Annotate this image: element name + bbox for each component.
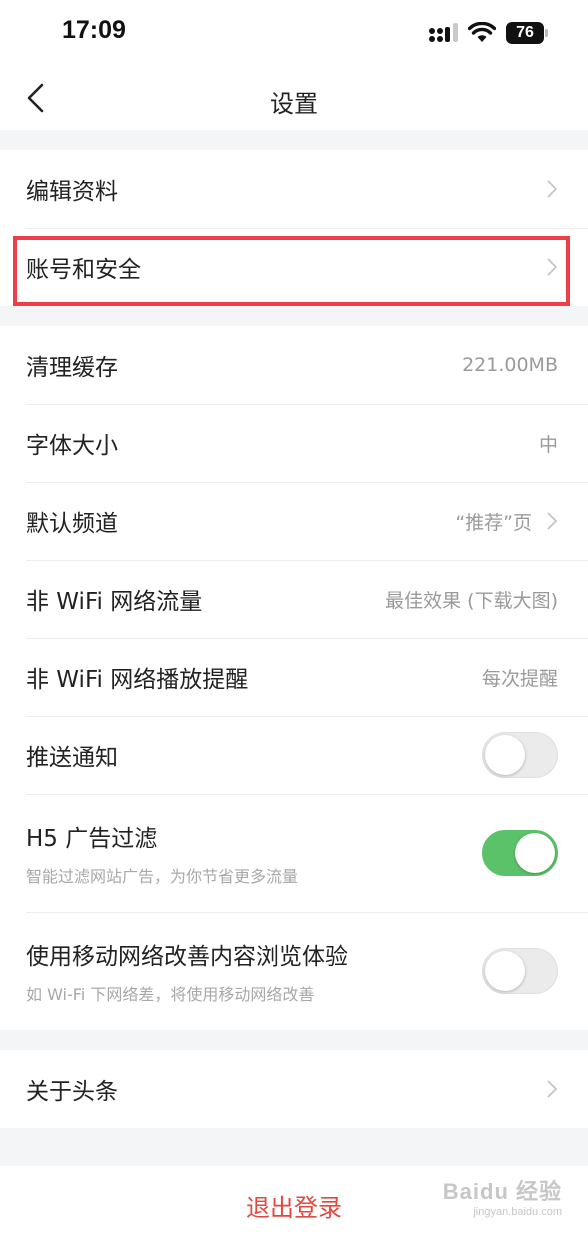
row-label: 默认频道 — [26, 511, 118, 537]
clear-cache-row[interactable]: 清理缓存 221.00MB — [0, 326, 588, 404]
row-label: 非 WiFi 网络播放提醒 — [26, 667, 249, 693]
row-label: H5 广告过滤 — [26, 826, 158, 852]
font-size-row[interactable]: 字体大小 中 — [0, 404, 588, 482]
row-label: 关于头条 — [26, 1079, 118, 1105]
default-channel-value: “推荐”页 — [455, 511, 532, 534]
row-label: 编辑资料 — [26, 179, 118, 205]
row-label: 非 WiFi 网络流量 — [26, 589, 203, 615]
push-notification-row: 推送通知 — [0, 716, 588, 794]
font-size-value: 中 — [538, 433, 558, 456]
status-bar: 17:09 76 — [0, 0, 588, 66]
non-wifi-traffic-value: 最佳效果 (下载大图) — [385, 589, 558, 612]
logout-label: 退出登录 — [246, 1193, 342, 1222]
chevron-right-icon — [547, 180, 558, 198]
about-group: 关于头条 — [0, 1050, 588, 1128]
toggle-knob — [485, 951, 525, 991]
status-time: 17:09 — [62, 16, 126, 44]
toggle-knob — [485, 735, 525, 775]
cache-size-value: 221.00MB — [462, 354, 558, 376]
navigation-bar: 设置 — [0, 66, 588, 130]
mobile-network-boost-row: 使用移动网络改善内容浏览体验 如 Wi-Fi 下网络差，将使用移动网络改善 — [0, 912, 588, 1030]
watermark-main: Baidu 经验 — [442, 1179, 562, 1204]
play-reminder-value: 每次提醒 — [481, 667, 558, 690]
non-wifi-traffic-row[interactable]: 非 WiFi 网络流量 最佳效果 (下载大图) — [0, 560, 588, 638]
row-label: 推送通知 — [26, 745, 118, 771]
mobile-network-boost-toggle[interactable] — [482, 948, 558, 994]
h5-ad-filter-row: H5 广告过滤 智能过滤网站广告，为你节省更多流量 — [0, 794, 588, 912]
row-subtitle: 如 Wi-Fi 下网络差，将使用移动网络改善 — [26, 985, 315, 1004]
page-title: 设置 — [270, 90, 318, 118]
about-toutiao-row[interactable]: 关于头条 — [0, 1050, 588, 1128]
push-notification-toggle[interactable] — [482, 732, 558, 778]
h5-ad-filter-toggle[interactable] — [482, 830, 558, 876]
default-channel-row[interactable]: 默认频道 “推荐”页 — [0, 482, 588, 560]
watermark-sub: jingyan.baidu.com — [473, 1206, 562, 1218]
status-icons: 76 — [428, 22, 548, 44]
chevron-right-icon — [547, 1080, 558, 1098]
toggle-knob — [515, 833, 555, 873]
edit-profile-row[interactable]: 编辑资料 — [0, 150, 588, 228]
row-label: 清理缓存 — [26, 355, 118, 381]
general-settings-group: 清理缓存 221.00MB 字体大小 中 默认频道 “推荐”页 非 WiFi 网… — [0, 326, 588, 1030]
chevron-right-icon — [547, 512, 558, 530]
highlight-annotation-box — [13, 236, 570, 306]
baidu-watermark: Baidu 经验 jingyan.baidu.com — [443, 1174, 562, 1218]
battery-icon: 76 — [506, 22, 548, 44]
non-wifi-play-reminder-row[interactable]: 非 WiFi 网络播放提醒 每次提醒 — [0, 638, 588, 716]
row-label: 字体大小 — [26, 433, 118, 459]
row-label: 使用移动网络改善内容浏览体验 — [26, 944, 348, 970]
wifi-icon — [468, 22, 496, 42]
cellular-signal-icon — [429, 23, 458, 42]
row-subtitle: 智能过滤网站广告，为你节省更多流量 — [26, 867, 299, 886]
